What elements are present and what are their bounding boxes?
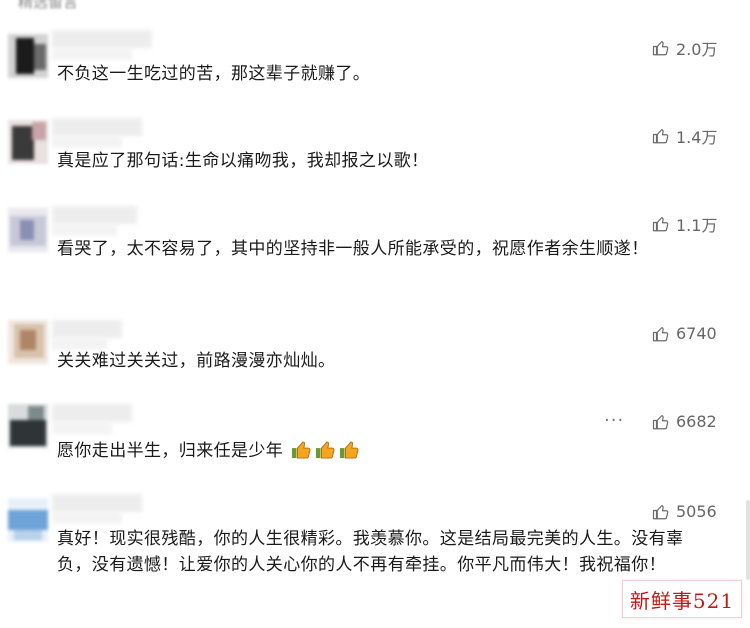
avatar bbox=[8, 320, 48, 364]
like-button[interactable]: 6740 bbox=[652, 324, 717, 343]
comment-item: 1.4万 真是应了那句话:生命以痛吻我，我却报之以歌！ bbox=[0, 118, 750, 178]
user-meta-blurred bbox=[52, 512, 122, 524]
thumbs-up-outline-icon bbox=[652, 217, 669, 232]
comment-item: 2.0万 不负这一生吃过的苦，那这辈子就赚了。 bbox=[0, 30, 750, 90]
comment-text: 真是应了那句话:生命以痛吻我，我却报之以歌！ bbox=[57, 151, 429, 171]
comment-text: 关关难过关关过，前路漫漫亦灿灿。 bbox=[57, 351, 336, 371]
like-button[interactable]: 5056 bbox=[652, 502, 717, 521]
thumbs-up-outline-icon bbox=[652, 41, 669, 56]
thumbs-up-outline-icon bbox=[652, 326, 669, 341]
thumbs-up-outline-icon bbox=[652, 504, 669, 519]
like-button[interactable]: 1.4万 bbox=[652, 124, 717, 148]
username-blurred bbox=[52, 404, 132, 422]
comment-item: ··· 6682 愿你走出半生，归来任是少年 bbox=[0, 404, 750, 474]
like-count: 6740 bbox=[676, 324, 717, 343]
comment-text: 看哭了，太不容易了，其中的坚持非一般人所能承受的，祝愿作者余生顺遂！ bbox=[57, 239, 649, 259]
username-blurred bbox=[52, 494, 142, 512]
more-dots-icon: ··· bbox=[604, 410, 625, 431]
watermark-text: 新鲜事521 bbox=[629, 588, 735, 613]
avatar bbox=[8, 120, 48, 164]
section-header-partial: 精选留言 bbox=[18, 0, 79, 11]
more-options-button[interactable]: ··· bbox=[604, 410, 624, 431]
username-blurred bbox=[52, 118, 142, 136]
thumbs-up-outline-icon bbox=[652, 129, 669, 144]
thumbs-up-emoji-icon bbox=[340, 441, 359, 459]
like-count: 5056 bbox=[676, 502, 717, 521]
thumbs-up-emoji-icon bbox=[316, 441, 335, 459]
comment-text: 不负这一生吃过的苦，那这辈子就赚了。 bbox=[57, 64, 371, 84]
comment-text: 愿你走出半生，归来任是少年 bbox=[57, 441, 284, 461]
username-blurred bbox=[52, 30, 152, 48]
like-button[interactable]: 2.0万 bbox=[652, 36, 717, 60]
comment-text: 真好！现实很残酷，你的人生很精彩。我羡慕你。这是结局最完美的人生。没有辜负，没有… bbox=[57, 529, 684, 575]
comment-item: 6740 关关难过关关过，前路漫漫亦灿灿。 bbox=[0, 320, 750, 380]
user-meta-blurred bbox=[52, 48, 132, 60]
avatar bbox=[8, 34, 48, 78]
scrollbar[interactable] bbox=[746, 500, 750, 580]
thumbs-up-emoji-icon bbox=[292, 441, 311, 459]
like-button[interactable]: 6682 bbox=[652, 412, 717, 431]
avatar bbox=[8, 404, 48, 448]
avatar bbox=[8, 498, 48, 542]
like-button[interactable]: 1.1万 bbox=[652, 212, 717, 236]
avatar bbox=[8, 208, 48, 252]
thumbs-up-outline-icon bbox=[652, 414, 669, 429]
comment-item: 1.1万 看哭了，太不容易了，其中的坚持非一般人所能承受的，祝愿作者余生顺遂！ bbox=[0, 206, 750, 296]
like-count: 1.1万 bbox=[676, 216, 718, 235]
like-count: 1.4万 bbox=[676, 128, 718, 147]
like-count: 2.0万 bbox=[676, 40, 718, 59]
username-blurred bbox=[52, 206, 137, 224]
user-meta-blurred bbox=[52, 224, 117, 236]
user-meta-blurred bbox=[52, 422, 112, 434]
like-count: 6682 bbox=[676, 412, 717, 431]
watermark-logo: 新鲜事521 bbox=[622, 580, 742, 618]
username-blurred bbox=[52, 320, 122, 338]
comment-text-row: 愿你走出半生，归来任是少年 bbox=[57, 438, 712, 464]
user-meta-blurred bbox=[52, 136, 122, 148]
